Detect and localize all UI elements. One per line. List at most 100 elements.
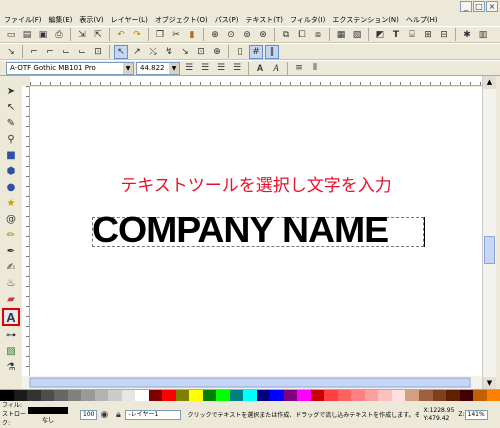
gradient-tool-icon[interactable]: ▧ [3,344,19,358]
text-font-icon[interactable]: T [389,28,403,42]
color-swatch[interactable] [378,390,392,401]
menu-text[interactable]: テキスト(T) [245,15,283,25]
menu-help[interactable]: ヘルプ(H) [406,15,438,25]
zoom-field[interactable]: 141% [464,409,488,420]
snap-object-center-icon[interactable]: ⊡ [194,45,208,59]
color-swatch[interactable] [391,390,406,401]
duplicate-icon[interactable]: ⧉ [279,28,293,42]
fill-swatch[interactable] [28,406,68,414]
ellipse-tool-icon[interactable]: ● [3,180,19,194]
snap-bbox-midpoint-icon[interactable]: ⌙ [75,45,89,59]
dropper-tool-icon[interactable]: ⚗ [3,360,19,374]
import-icon[interactable]: ⇲ [75,28,89,42]
color-swatch[interactable] [418,390,433,401]
menu-edit[interactable]: 編集(E) [49,15,73,25]
color-swatch[interactable] [54,390,68,401]
color-swatch[interactable] [189,390,203,401]
color-swatch[interactable] [459,390,474,401]
snap-grid-icon[interactable]: # [249,44,263,59]
clone-icon[interactable]: ⧠ [295,28,309,42]
pencil-tool-icon[interactable]: ✏ [3,228,19,242]
maximize-button[interactable]: □ [473,1,485,12]
ungroup-icon[interactable]: ▧ [350,28,364,42]
snap-bbox-edge-icon[interactable]: ⌐ [43,45,57,59]
chevron-down-icon[interactable]: ▼ [123,62,133,74]
rectangle-tool-icon[interactable]: ■ [3,148,19,162]
menu-extensions[interactable]: エクステンション(N) [332,15,399,25]
lock-icon[interactable]: 🔒︎ [111,408,125,422]
company-name-text[interactable]: COMPANY NAME [92,210,437,250]
document-properties-icon[interactable]: ▥ [476,28,490,42]
color-swatch[interactable] [243,390,257,401]
snap-paths-icon[interactable]: ↗ [130,45,144,59]
color-swatch[interactable] [297,390,311,401]
export-icon[interactable]: ⇱ [91,28,105,42]
paint-bucket-tool-icon[interactable]: ♨ [3,276,19,290]
color-swatch[interactable] [337,390,352,401]
font-family-select[interactable]: A-OTF Gothic MB101 Pro ▼ [6,61,134,75]
zoom-tool-icon[interactable]: ⚲ [3,132,19,146]
cut-icon[interactable]: ✂ [169,28,183,42]
star-tool-icon[interactable]: ★ [3,196,19,210]
scroll-up-icon[interactable]: ▲ [483,76,496,89]
font-size-select[interactable]: 44.822 ▼ [136,61,180,75]
node-tool-icon[interactable]: ↖ [3,100,19,114]
color-swatch[interactable] [94,390,109,401]
align-icon[interactable]: ⊞ [421,28,435,42]
color-swatch[interactable] [351,390,365,401]
snap-bbox-corner-icon[interactable]: ⌙ [59,45,73,59]
menu-layer[interactable]: レイヤー(L) [111,15,148,25]
minimize-button[interactable]: _ [460,1,472,12]
color-swatch[interactable] [81,390,95,401]
snap-guides-icon[interactable]: ‖ [265,44,279,59]
unlink-clone-icon[interactable]: ⧈ [311,28,325,42]
italic-icon[interactable]: A [269,61,283,75]
text-tool-icon[interactable]: A [2,308,20,326]
align-right-icon[interactable]: ☰ [214,61,228,75]
color-swatch[interactable] [13,390,28,401]
color-swatch[interactable] [216,390,230,401]
fill-stroke-icon[interactable]: ◩ [373,28,387,42]
vertical-scrollbar[interactable]: ▲ ▼ [482,76,496,390]
color-swatch[interactable] [310,390,325,401]
snap-bbox-icon[interactable]: ⌐ [27,45,41,59]
3d-box-tool-icon[interactable]: ⬢ [3,164,19,178]
color-swatch[interactable] [229,390,244,401]
color-swatch[interactable] [324,390,338,401]
visibility-icon[interactable]: ◉ [97,408,111,422]
snap-page-border-icon[interactable]: ▯ [233,45,247,59]
color-swatch[interactable] [108,390,122,401]
color-swatch[interactable] [270,390,284,401]
menu-view[interactable]: 表示(V) [79,15,103,25]
color-swatch[interactable] [162,390,176,401]
menu-object[interactable]: オブジェクト(O) [155,15,208,25]
scroll-thumb[interactable] [484,236,495,264]
transform-icon[interactable]: ⊟ [437,28,451,42]
spiral-tool-icon[interactable]: @ [3,212,19,226]
zoom-width-icon[interactable]: ⊛ [256,28,270,42]
align-justify-icon[interactable]: ☰ [230,61,244,75]
snap-intersections-icon[interactable]: ⤯ [146,45,160,59]
calligraphy-tool-icon[interactable]: ✍ [3,260,19,274]
copy-icon[interactable]: ❐ [153,28,167,42]
snap-midpoints-icon[interactable]: ↘ [178,45,192,59]
zoom-selection-icon[interactable]: ⊕ [208,28,222,42]
color-swatch[interactable] [473,390,487,401]
selector-tool-icon[interactable]: ➤ [3,84,19,98]
color-swatch[interactable] [121,390,136,401]
color-swatch[interactable] [256,390,271,401]
paste-icon[interactable]: ▮ [185,28,199,42]
color-swatch[interactable] [283,390,298,401]
align-center-icon[interactable]: ☰ [198,61,212,75]
opacity-field[interactable]: 100 [80,409,98,420]
color-swatch[interactable] [432,390,447,401]
color-swatch[interactable] [202,390,217,401]
color-swatch[interactable] [135,390,149,401]
snap-bbox-center-icon[interactable]: ⊡ [91,45,105,59]
print-icon[interactable]: ⎙ [52,28,66,42]
fill-stroke-indicator[interactable]: なし [28,406,74,424]
zoom-drawing-icon[interactable]: ⊙ [224,28,238,42]
color-swatch[interactable] [40,390,55,401]
chevron-down-icon[interactable]: ▼ [169,62,179,74]
horizontal-text-icon[interactable]: ≡ [292,61,306,75]
